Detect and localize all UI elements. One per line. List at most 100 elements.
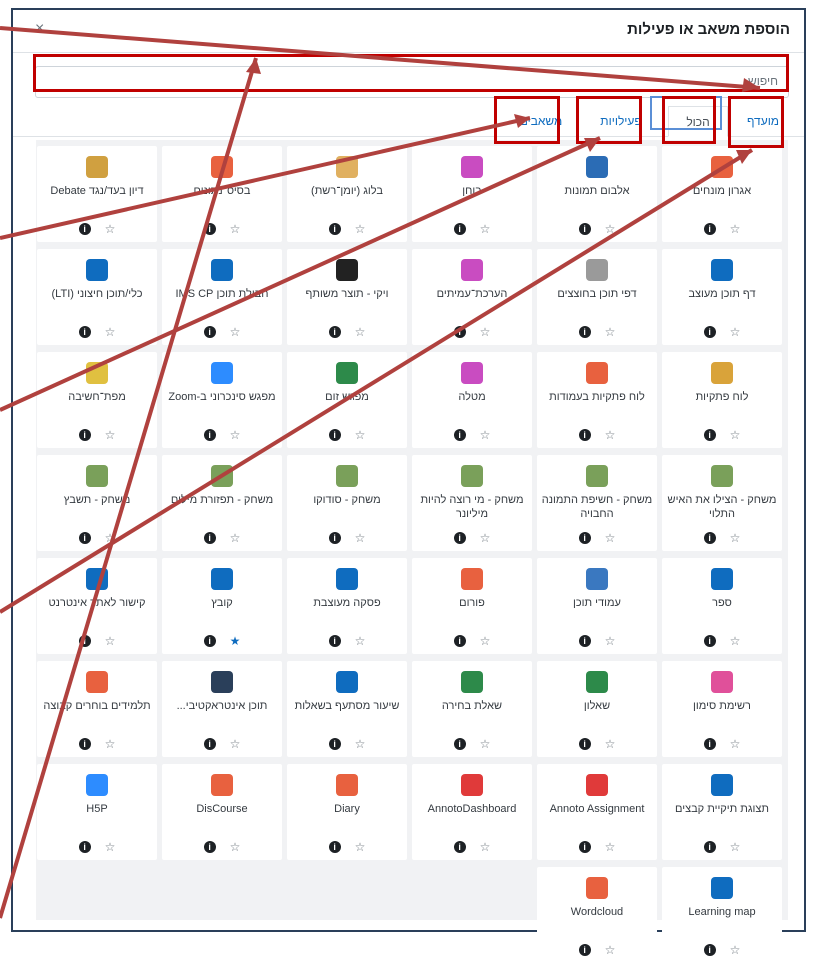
close-icon[interactable]: × bbox=[35, 20, 44, 38]
activity-card[interactable]: #0f6cbfחבילת תוכן IMS CPi☆ bbox=[162, 249, 282, 345]
star-icon[interactable]: ☆ bbox=[355, 222, 366, 236]
info-icon[interactable]: i bbox=[578, 841, 591, 853]
star-icon[interactable]: ☆ bbox=[480, 325, 491, 339]
info-icon[interactable]: i bbox=[203, 326, 216, 338]
activity-card[interactable]: #e8613fפורוםi☆ bbox=[412, 558, 532, 654]
activity-card[interactable]: #7aa05aמשחק - הצילו את האיש התלויi☆ bbox=[662, 455, 782, 551]
info-icon[interactable]: i bbox=[578, 532, 591, 544]
activity-card[interactable]: #222222ויקי - תוצר משותףi☆ bbox=[287, 249, 407, 345]
info-icon[interactable]: i bbox=[78, 532, 91, 544]
activity-card[interactable]: #e0b060בלוג (יומן־רשת)i☆ bbox=[287, 146, 407, 242]
star-icon[interactable]: ☆ bbox=[230, 531, 241, 545]
star-icon[interactable]: ☆ bbox=[355, 737, 366, 751]
activity-card[interactable]: #c94cc1בוחןi☆ bbox=[412, 146, 532, 242]
info-icon[interactable]: i bbox=[203, 223, 216, 235]
star-icon[interactable]: ☆ bbox=[230, 737, 241, 751]
star-icon[interactable]: ☆ bbox=[230, 428, 241, 442]
activity-card[interactable]: #c94cc1מטלהi☆ bbox=[412, 352, 532, 448]
info-icon[interactable]: i bbox=[578, 635, 591, 647]
activity-card[interactable]: #2a3f5aתוכן אינטראקטיבי...i☆ bbox=[162, 661, 282, 757]
star-icon[interactable]: ☆ bbox=[355, 325, 366, 339]
star-icon[interactable]: ☆ bbox=[730, 325, 741, 339]
info-icon[interactable]: i bbox=[578, 738, 591, 750]
activity-card[interactable]: #0f6cbfספרi☆ bbox=[662, 558, 782, 654]
info-icon[interactable]: i bbox=[703, 326, 716, 338]
activity-card[interactable]: #7aa05aמשחק - תשבץi☆ bbox=[37, 455, 157, 551]
info-icon[interactable]: i bbox=[453, 223, 466, 235]
info-icon[interactable]: i bbox=[453, 326, 466, 338]
star-icon[interactable]: ☆ bbox=[230, 222, 241, 236]
star-icon[interactable]: ☆ bbox=[480, 531, 491, 545]
activity-card[interactable]: #9a9a9aדפי תוכן בחוצציםi☆ bbox=[537, 249, 657, 345]
activity-card[interactable]: #c94cc1הערכת־עמיתיםi☆ bbox=[412, 249, 532, 345]
star-icon[interactable]: ☆ bbox=[105, 325, 116, 339]
info-icon[interactable]: i bbox=[328, 738, 341, 750]
info-icon[interactable]: i bbox=[78, 326, 91, 338]
star-icon[interactable]: ☆ bbox=[730, 943, 741, 957]
info-icon[interactable]: i bbox=[328, 326, 341, 338]
activity-card[interactable]: #0f6cbfדף תוכן מעוצבi☆ bbox=[662, 249, 782, 345]
activity-card[interactable]: #e03a3aAnnoto Assignmenti☆ bbox=[537, 764, 657, 860]
activity-card[interactable]: #e8613fלוח פתקיות בעמודותi☆ bbox=[537, 352, 657, 448]
activity-card[interactable]: #e8613fתלמידים בוחרים קבוצהi☆ bbox=[37, 661, 157, 757]
info-icon[interactable]: i bbox=[578, 944, 591, 956]
info-icon[interactable]: i bbox=[453, 532, 466, 544]
info-icon[interactable]: i bbox=[703, 944, 716, 956]
star-icon[interactable]: ☆ bbox=[355, 428, 366, 442]
info-icon[interactable]: i bbox=[203, 635, 216, 647]
activity-card[interactable]: #2d8cffH5Pi☆ bbox=[37, 764, 157, 860]
info-icon[interactable]: i bbox=[703, 429, 716, 441]
info-icon[interactable]: i bbox=[578, 429, 591, 441]
star-icon[interactable]: ☆ bbox=[605, 943, 616, 957]
star-icon[interactable]: ☆ bbox=[355, 840, 366, 854]
star-icon[interactable]: ☆ bbox=[480, 737, 491, 751]
activity-card[interactable]: #d0a040דיון בעד/נגד Debatei☆ bbox=[37, 146, 157, 242]
info-icon[interactable]: i bbox=[453, 841, 466, 853]
star-icon[interactable]: ☆ bbox=[730, 737, 741, 751]
info-icon[interactable]: i bbox=[328, 635, 341, 647]
info-icon[interactable]: i bbox=[203, 532, 216, 544]
star-icon[interactable]: ☆ bbox=[105, 222, 116, 236]
activity-card[interactable]: #0f6cbfפסקה מעוצבתi☆ bbox=[287, 558, 407, 654]
info-icon[interactable]: i bbox=[203, 738, 216, 750]
activity-card[interactable]: #e8613fWordcloudi☆ bbox=[537, 867, 657, 963]
star-icon[interactable]: ☆ bbox=[730, 531, 741, 545]
info-icon[interactable]: i bbox=[453, 635, 466, 647]
star-icon[interactable]: ☆ bbox=[105, 737, 116, 751]
star-icon[interactable]: ☆ bbox=[480, 634, 491, 648]
activity-card[interactable]: #0f6cbfתצוגת תיקיית קבציםi☆ bbox=[662, 764, 782, 860]
info-icon[interactable]: i bbox=[328, 429, 341, 441]
info-icon[interactable]: i bbox=[703, 532, 716, 544]
info-icon[interactable]: i bbox=[203, 841, 216, 853]
activity-card[interactable]: #7aa05aמשחק - מי רוצה להיות מיליונרi☆ bbox=[412, 455, 532, 551]
star-icon[interactable]: ☆ bbox=[605, 634, 616, 648]
star-icon[interactable]: ☆ bbox=[730, 634, 741, 648]
activity-card[interactable]: #2d8a4aשאלת בחירהi☆ bbox=[412, 661, 532, 757]
activity-card[interactable]: #2d8a4aמפגש זוםi☆ bbox=[287, 352, 407, 448]
info-icon[interactable]: i bbox=[78, 635, 91, 647]
activity-card[interactable]: #e8613fבסיס־נתוניםi☆ bbox=[162, 146, 282, 242]
info-icon[interactable]: i bbox=[703, 738, 716, 750]
star-icon[interactable]: ☆ bbox=[105, 634, 116, 648]
info-icon[interactable]: i bbox=[78, 738, 91, 750]
star-icon[interactable]: ☆ bbox=[605, 222, 616, 236]
info-icon[interactable]: i bbox=[703, 223, 716, 235]
star-icon[interactable]: ☆ bbox=[355, 531, 366, 545]
star-icon[interactable]: ☆ bbox=[730, 428, 741, 442]
star-icon[interactable]: ★ bbox=[230, 634, 241, 648]
activity-card[interactable]: #2b6cb5אלבום תמונותi☆ bbox=[537, 146, 657, 242]
info-icon[interactable]: i bbox=[328, 841, 341, 853]
info-icon[interactable]: i bbox=[78, 841, 91, 853]
info-icon[interactable]: i bbox=[578, 326, 591, 338]
activity-card[interactable]: #7aa05aמשחק - סודוקוi☆ bbox=[287, 455, 407, 551]
star-icon[interactable]: ☆ bbox=[230, 840, 241, 854]
info-icon[interactable]: i bbox=[703, 841, 716, 853]
star-icon[interactable]: ☆ bbox=[480, 222, 491, 236]
star-icon[interactable]: ☆ bbox=[605, 840, 616, 854]
activity-card[interactable]: #0f6cbfשיעור מסתעף בשאלותi☆ bbox=[287, 661, 407, 757]
star-icon[interactable]: ☆ bbox=[605, 531, 616, 545]
activity-card[interactable]: #0f6cbfכלי/תוכן חיצוני (LTI)i☆ bbox=[37, 249, 157, 345]
info-icon[interactable]: i bbox=[453, 738, 466, 750]
activity-card[interactable]: #0f6cbfLearning mapi☆ bbox=[662, 867, 782, 963]
star-icon[interactable]: ☆ bbox=[105, 531, 116, 545]
